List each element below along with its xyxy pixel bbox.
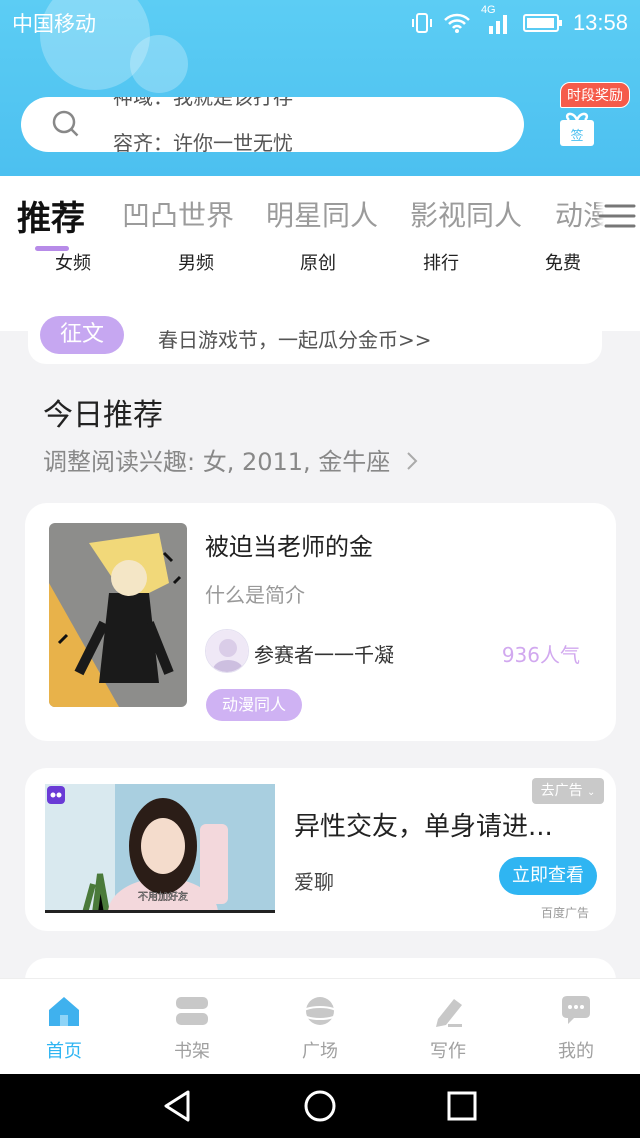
section-title: 今日推荐	[43, 398, 163, 433]
carrier-label: 中国移动	[12, 12, 96, 36]
clock: 13:58	[572, 10, 628, 35]
nav-write[interactable]: 写作	[408, 993, 488, 1071]
search-hint: 容齐：许你一世无忧	[113, 131, 293, 152]
book-title[interactable]: 被迫当老师的金	[205, 527, 373, 562]
tab-recommend[interactable]: 推荐	[17, 194, 85, 238]
battery-icon	[522, 14, 562, 32]
vibrate-icon	[411, 13, 432, 33]
nav-bookshelf-label: 书架	[174, 1041, 210, 1062]
view-now-button[interactable]: 立即查看	[499, 857, 597, 895]
home-icon	[49, 997, 79, 1026]
book-description: 什么是简介	[205, 583, 305, 607]
nav-mine-label: 我的	[558, 1041, 594, 1062]
gift-sign-label: 签	[570, 128, 583, 144]
ad-image-caption: 不用加好友	[138, 890, 188, 903]
gift-icon[interactable]: 签	[557, 108, 597, 148]
nav-home[interactable]: 首页	[24, 993, 104, 1071]
reward-badge[interactable]: 时段奖励	[560, 82, 630, 108]
genre-tag[interactable]: 动漫同人	[206, 689, 303, 721]
chevron-down-icon: ⌄	[587, 787, 596, 798]
tab-aotu-world[interactable]: 凹凸世界	[122, 194, 234, 234]
tab-celebrity-fanfic[interactable]: 明星同人	[266, 194, 378, 234]
wifi-icon	[444, 13, 470, 33]
search-bar[interactable]: 神域：我就是该打存 容齐：许你一世无忧	[21, 97, 524, 152]
author-avatar[interactable]	[205, 629, 249, 673]
signal-icon	[488, 15, 507, 34]
app-logo-icon	[47, 786, 65, 804]
system-nav-bar	[0, 1074, 640, 1138]
nav-bookshelf[interactable]: 书架	[152, 993, 232, 1071]
nav-plaza[interactable]: 广场	[280, 993, 360, 1071]
ad-source-label: 百度广告	[541, 906, 590, 920]
ad-image[interactable]: 不用加好友	[45, 784, 275, 913]
subtab-free[interactable]: 免费	[545, 249, 581, 275]
subtab-male[interactable]: 男频	[178, 249, 214, 275]
book-card[interactable]: 被迫当老师的金 什么是简介 参赛者一一千凝 936人气 动漫同人	[25, 503, 616, 741]
planet-icon	[302, 997, 338, 1025]
nav-home-label: 首页	[46, 1041, 82, 1062]
back-icon[interactable]	[160, 1088, 196, 1124]
recent-apps-icon[interactable]	[444, 1088, 480, 1124]
subtab-original[interactable]: 原创	[300, 249, 336, 275]
bookshelf-icon	[176, 997, 208, 1025]
status-bar: 中国移动 4G 13:58	[0, 0, 640, 44]
bottom-nav: 首页 书架 广场 写作 我的	[0, 978, 640, 1074]
nav-write-label: 写作	[430, 1041, 466, 1062]
nav-mine[interactable]: 我的	[536, 993, 616, 1071]
subtab-female[interactable]: 女频	[55, 249, 91, 275]
subtab-ranking[interactable]: 排行	[423, 249, 459, 275]
pen-icon	[436, 999, 462, 1027]
home-circle-icon[interactable]	[302, 1088, 338, 1124]
menu-icon[interactable]	[596, 198, 636, 234]
chat-bubble-icon	[562, 996, 590, 1024]
ad-title[interactable]: 异性交友，单身请进...	[294, 806, 553, 843]
ad-card[interactable]: 不用加好友 异性交友，单身请进... 爱聊 去广告 ⌄ 立即查看 百度广告	[25, 768, 616, 931]
author-name[interactable]: 参赛者一一千凝	[254, 639, 394, 668]
search-hint-previous: 神域：我就是该打存	[113, 97, 293, 109]
notice-text[interactable]: 春日游戏节，一起瓜分金币>>	[158, 324, 432, 353]
remove-ad-label: 去广告	[540, 783, 583, 799]
chevron-right-icon	[407, 452, 418, 470]
reading-interest-text: 调整阅读兴趣: 女, 2011, 金牛座	[43, 448, 391, 476]
ad-brand: 爱聊	[294, 870, 334, 894]
book-cover[interactable]	[49, 523, 187, 707]
reading-interest-link[interactable]: 调整阅读兴趣: 女, 2011, 金牛座	[43, 442, 420, 477]
category-tabs: 推荐 凹凸世界 明星同人 影视同人 动漫	[0, 194, 640, 238]
popularity-count: 936人气	[501, 643, 580, 667]
search-icon	[52, 110, 79, 137]
remove-ad-button[interactable]: 去广告 ⌄	[532, 778, 604, 804]
notice-banner[interactable]: 征文 春日游戏节，一起瓜分金币>>	[28, 306, 602, 364]
notice-tag: 征文	[40, 316, 124, 354]
nav-plaza-label: 广场	[302, 1041, 338, 1062]
tab-film-fanfic[interactable]: 影视同人	[410, 194, 522, 234]
